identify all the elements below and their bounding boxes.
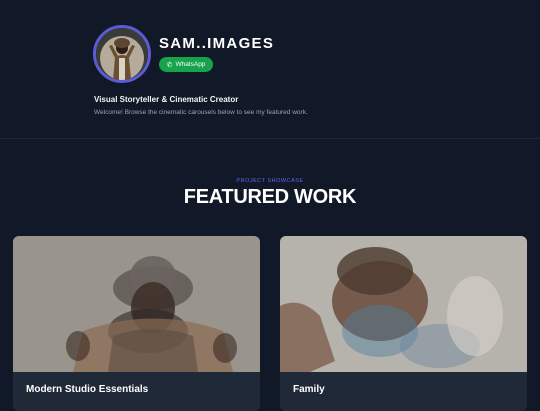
- profile-name: SAM..IMAGES: [159, 35, 275, 52]
- project-card[interactable]: Family: [280, 236, 527, 411]
- whatsapp-label: WhatsApp: [175, 61, 206, 68]
- tagline: Visual Storyteller & Cinematic Creator: [94, 95, 239, 104]
- card-title: Family: [293, 384, 325, 395]
- avatar-photo: [96, 28, 148, 80]
- welcome-text: Welcome! Browse the cinematic carousels …: [94, 109, 308, 116]
- section-title: FEATURED WORK: [183, 186, 357, 208]
- project-card-image: [13, 236, 260, 372]
- card-title: Modern Studio Essentials: [26, 384, 149, 395]
- profile-header: SAM..IMAGES ✆ WhatsApp Visual Storytelle…: [0, 0, 540, 139]
- project-card-image: [280, 236, 527, 372]
- section-eyebrow: PROJECT SHOWCASE: [236, 178, 304, 184]
- project-card[interactable]: Modern Studio Essentials: [13, 236, 260, 411]
- avatar[interactable]: [93, 25, 151, 83]
- whatsapp-button[interactable]: ✆ WhatsApp: [159, 57, 213, 72]
- whatsapp-icon: ✆: [166, 61, 173, 69]
